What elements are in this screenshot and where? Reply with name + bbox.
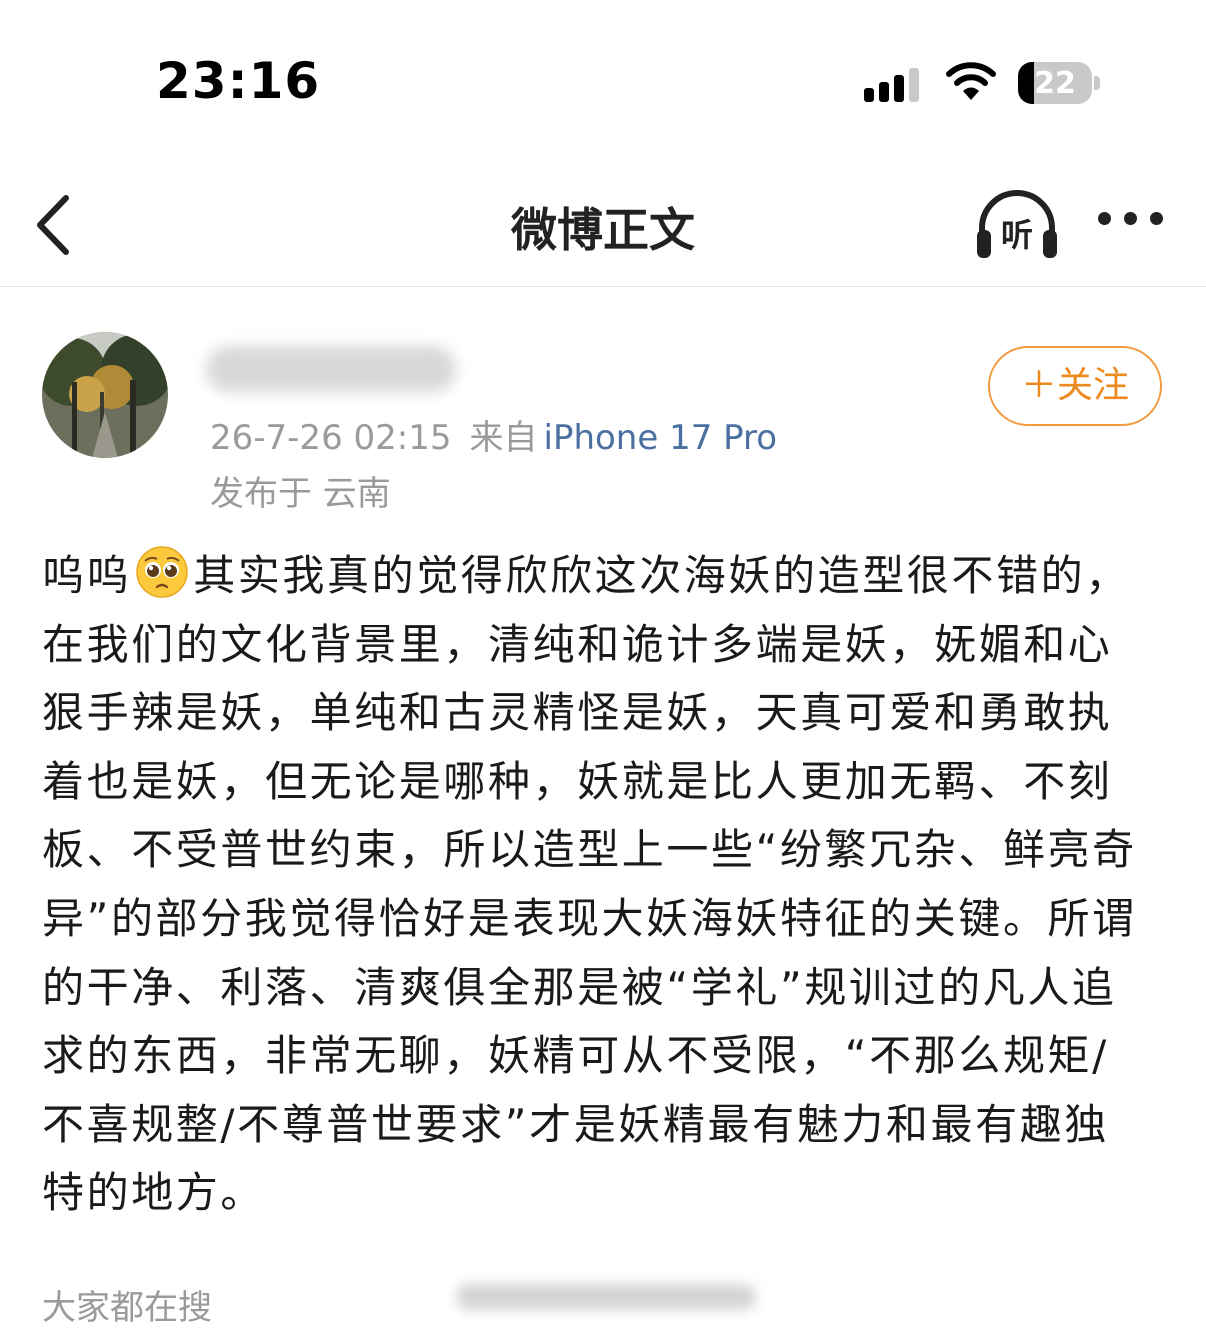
post-meta: 26-7-26 02:15 来自 iPhone 17 Pro (210, 410, 777, 459)
battery-cap (1094, 76, 1100, 90)
more-button[interactable] (1098, 212, 1164, 226)
post-text-start: 呜呜 (42, 551, 132, 600)
battery-level: 22 (1034, 66, 1076, 101)
wifi-icon (946, 60, 996, 106)
avatar-image (42, 332, 168, 458)
avatar[interactable] (42, 332, 168, 458)
device-link[interactable]: iPhone 17 Pro (544, 418, 778, 458)
username[interactable] (206, 346, 456, 392)
trending-search-label: 大家都在搜 (42, 1288, 212, 1328)
post-text-body: 其实我真的觉得欣欣这次海妖的造型很不错的，在我们的文化背景里，清纯和诡计多端是妖… (42, 551, 1137, 1218)
post-timestamp: 26-7-26 02:15 (210, 418, 452, 458)
post-text: 呜呜 其实我真的觉得欣欣这次海妖的造型很不错的，在我们的文化背景里，清纯和诡计多… (42, 542, 1152, 1228)
post-location: 发布于 云南 (210, 474, 391, 514)
listen-label: 听 (1000, 216, 1033, 254)
follow-button[interactable]: ＋关注 (988, 346, 1162, 426)
cellular-signal-icon (864, 66, 924, 102)
source-prefix: 来自 (469, 418, 538, 458)
battery-icon: 22 (1018, 62, 1092, 104)
status-time: 23:16 (156, 52, 321, 110)
listen-button[interactable]: 听 (974, 186, 1060, 266)
status-bar: 23:16 22 (0, 0, 1206, 170)
trending-search-term[interactable] (456, 1284, 756, 1310)
nav-bar: 微博正文 听 (0, 170, 1206, 287)
pleading-face-emoji-icon (135, 545, 189, 599)
